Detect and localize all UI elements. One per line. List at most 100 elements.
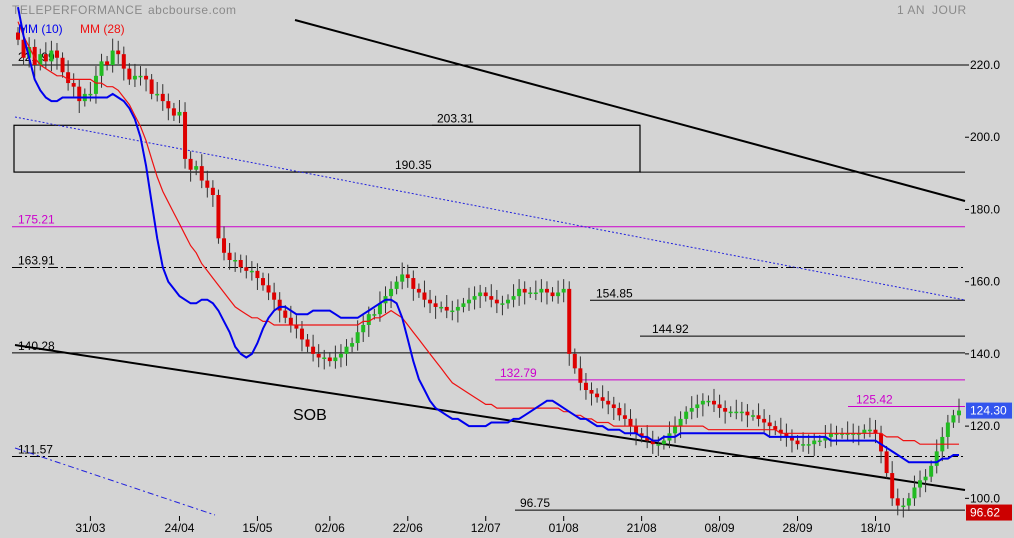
candle bbox=[517, 288, 522, 297]
candle bbox=[739, 411, 744, 414]
candle bbox=[756, 415, 761, 419]
candle bbox=[266, 285, 271, 293]
candle bbox=[183, 111, 188, 159]
candle bbox=[110, 50, 115, 65]
candle bbox=[366, 314, 371, 325]
candle bbox=[77, 86, 82, 102]
candle bbox=[455, 306, 460, 311]
level-label: 154.85 bbox=[596, 286, 633, 300]
dashdot-channel-line bbox=[14, 447, 216, 516]
candle bbox=[138, 75, 143, 78]
x-tick-label: 15/05 bbox=[242, 521, 272, 535]
y-tick-label: 180.0 bbox=[970, 202, 1000, 216]
candle bbox=[578, 368, 583, 383]
candle bbox=[812, 440, 817, 445]
candle bbox=[43, 54, 48, 62]
candle bbox=[400, 274, 405, 282]
chart-canvas: 203.31 190.35 175.21 163.91 154.85 144.92 140.… bbox=[12, 7, 1012, 535]
level-label: 203.31 bbox=[437, 111, 474, 125]
candle bbox=[890, 473, 895, 499]
x-tick-label: 02/06 bbox=[315, 521, 345, 535]
candle bbox=[60, 57, 65, 73]
candle bbox=[288, 317, 293, 325]
legend-ma-slow: MM (28) bbox=[80, 22, 125, 36]
x-tick-label: 21/08 bbox=[627, 521, 657, 535]
candle bbox=[806, 444, 811, 446]
candle bbox=[500, 303, 505, 305]
candle bbox=[817, 440, 822, 443]
candle bbox=[561, 288, 566, 293]
candle bbox=[333, 357, 338, 362]
dotted-channel-line bbox=[14, 116, 966, 301]
candle bbox=[99, 61, 104, 76]
candle bbox=[260, 278, 265, 286]
candle bbox=[205, 180, 210, 188]
candle bbox=[700, 400, 705, 405]
ma-slow-line bbox=[17, 21, 959, 445]
candle bbox=[951, 415, 956, 423]
candle bbox=[389, 288, 394, 297]
candle bbox=[622, 415, 627, 419]
candle bbox=[121, 54, 126, 69]
candle bbox=[728, 411, 733, 414]
candle bbox=[583, 382, 588, 390]
candle bbox=[249, 270, 254, 273]
candle bbox=[444, 306, 449, 311]
candle bbox=[439, 306, 444, 309]
candle bbox=[895, 498, 900, 506]
candle bbox=[233, 260, 238, 262]
candle bbox=[556, 292, 561, 297]
candle bbox=[505, 299, 510, 304]
level-label: 96.75 bbox=[520, 496, 550, 510]
candle bbox=[528, 292, 533, 294]
candle bbox=[589, 390, 594, 394]
candle bbox=[689, 408, 694, 412]
candle bbox=[66, 72, 71, 84]
candle bbox=[617, 408, 622, 416]
candle bbox=[467, 299, 472, 304]
level-label: 190.35 bbox=[395, 158, 432, 172]
candle bbox=[656, 444, 661, 446]
candle bbox=[144, 75, 149, 80]
level-label: 132.79 bbox=[500, 366, 537, 380]
candle bbox=[745, 411, 750, 416]
candle bbox=[177, 111, 182, 116]
candle bbox=[428, 299, 433, 304]
candle bbox=[411, 278, 416, 289]
annotation-label: SOB bbox=[293, 407, 327, 424]
candle bbox=[678, 418, 683, 427]
candle bbox=[867, 429, 872, 432]
x-tick-label: 01/08 bbox=[549, 521, 579, 535]
period-label[interactable]: 1 AN bbox=[897, 3, 925, 17]
candle bbox=[734, 411, 739, 414]
candle bbox=[322, 357, 327, 359]
candle bbox=[945, 422, 950, 437]
stock-chart: 203.31 190.35 175.21 163.91 154.85 144.92 140.… bbox=[0, 0, 1014, 538]
y-tick-label: 160.0 bbox=[970, 275, 1000, 289]
candle bbox=[600, 397, 605, 401]
candle bbox=[634, 426, 639, 434]
level-label: 111.57 bbox=[18, 443, 53, 457]
candle bbox=[934, 451, 939, 466]
candle bbox=[544, 288, 549, 293]
y-tick-label: 140.0 bbox=[970, 347, 1000, 361]
candle bbox=[338, 353, 343, 358]
candle bbox=[311, 346, 316, 354]
candle bbox=[539, 288, 544, 293]
instrument-name: TELEPERFORMANCE bbox=[12, 3, 143, 17]
x-tick-label: 24/04 bbox=[164, 521, 194, 535]
candle bbox=[116, 50, 121, 55]
candle bbox=[238, 260, 243, 268]
candle bbox=[71, 83, 76, 87]
candle bbox=[327, 357, 332, 362]
interval-label[interactable]: JOUR bbox=[932, 3, 967, 17]
candle bbox=[394, 281, 399, 289]
downtrend-support-line bbox=[14, 344, 966, 491]
candle bbox=[489, 296, 494, 300]
candle bbox=[567, 288, 572, 354]
candle bbox=[478, 292, 483, 297]
level-label: 125.42 bbox=[856, 393, 893, 407]
candle bbox=[54, 50, 59, 58]
candle bbox=[49, 50, 54, 62]
candle bbox=[149, 79, 154, 94]
